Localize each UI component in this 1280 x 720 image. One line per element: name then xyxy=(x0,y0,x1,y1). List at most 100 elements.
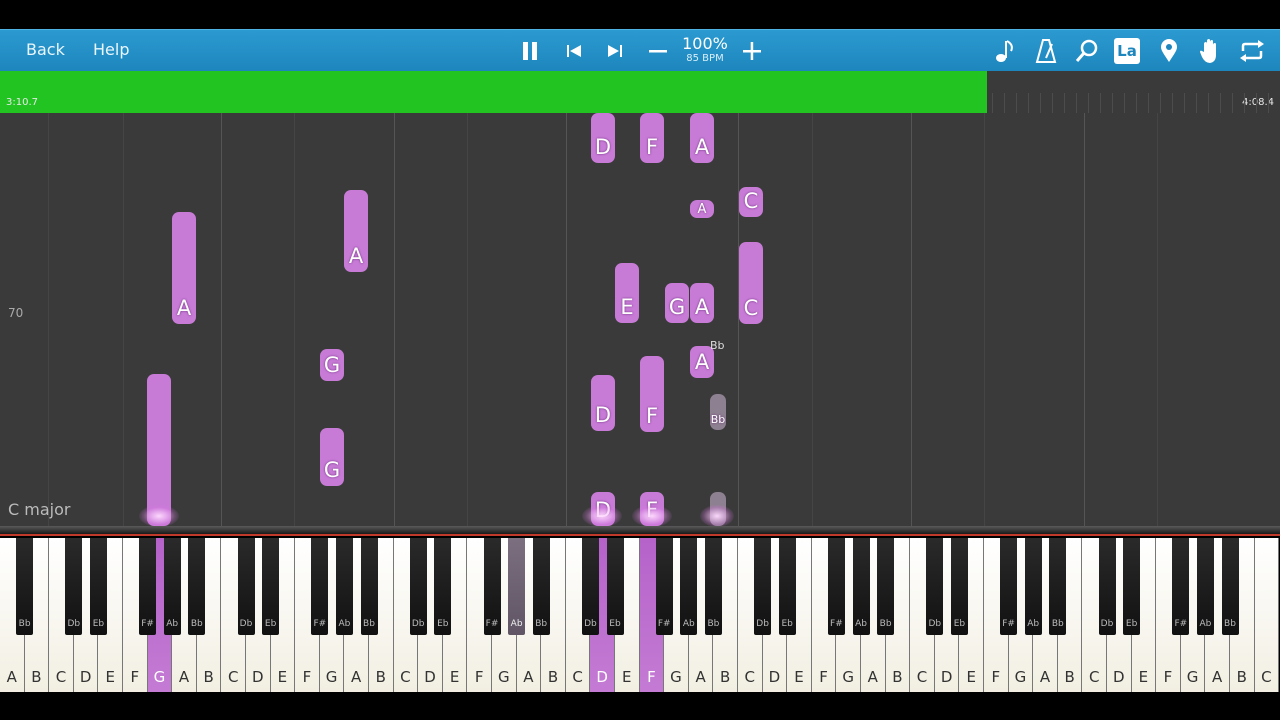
label-button[interactable]: La xyxy=(1114,38,1140,64)
black-key[interactable]: Bb xyxy=(877,538,895,635)
grid-line xyxy=(467,113,468,526)
black-key[interactable]: F# xyxy=(139,538,157,635)
note: Bb xyxy=(710,394,726,430)
black-key[interactable]: Ab xyxy=(335,538,353,635)
black-key[interactable]: Db xyxy=(1098,538,1116,635)
location-button[interactable] xyxy=(1157,35,1181,67)
previous-button[interactable] xyxy=(562,35,586,67)
music-note-icon xyxy=(996,40,1013,62)
black-key[interactable]: Eb xyxy=(1123,538,1141,635)
total-time: 4:08.4 xyxy=(1242,97,1274,108)
black-key[interactable]: Ab xyxy=(1196,538,1214,635)
metronome-button[interactable] xyxy=(1033,35,1059,67)
music-note-button[interactable] xyxy=(992,35,1018,67)
note: F xyxy=(640,356,664,432)
progress-tick xyxy=(1244,93,1245,113)
grid-line xyxy=(1084,113,1085,526)
progress-tick xyxy=(1040,93,1041,113)
piano-keyboard[interactable]: ABCDEFGABCDEFGABCDEFGABCDEFGABCDEFGABCDE… xyxy=(0,534,1280,696)
next-icon xyxy=(608,45,622,57)
black-key[interactable]: F# xyxy=(311,538,329,635)
black-key[interactable]: Bb xyxy=(1221,538,1239,635)
black-key[interactable]: Bb xyxy=(360,538,378,635)
black-key[interactable]: F# xyxy=(827,538,845,635)
grid-line xyxy=(123,113,124,526)
pause-button[interactable] xyxy=(517,35,543,67)
progress-tick xyxy=(1088,93,1089,113)
location-pin-icon xyxy=(1161,39,1177,62)
progress-tick xyxy=(1148,93,1149,113)
black-key[interactable]: Bb xyxy=(188,538,206,635)
black-key[interactable]: Ab xyxy=(508,538,526,635)
black-key[interactable]: Db xyxy=(237,538,255,635)
back-button[interactable]: Back xyxy=(26,40,65,59)
note: A xyxy=(344,190,368,272)
black-key[interactable]: Eb xyxy=(778,538,796,635)
black-key[interactable]: Eb xyxy=(606,538,624,635)
song-progress-bar[interactable]: 3:10.7 4:08.4 xyxy=(0,71,1280,113)
black-key[interactable]: F# xyxy=(655,538,673,635)
grid-line xyxy=(984,113,985,526)
black-key[interactable]: Ab xyxy=(852,538,870,635)
grid-line xyxy=(911,113,912,526)
speed-percent: 100% xyxy=(682,34,728,53)
black-key[interactable]: Ab xyxy=(1024,538,1042,635)
black-key[interactable]: Bb xyxy=(1049,538,1067,635)
black-key[interactable]: Eb xyxy=(950,538,968,635)
black-key[interactable]: Eb xyxy=(89,538,107,635)
help-button[interactable]: Help xyxy=(93,40,129,59)
progress-tick xyxy=(1136,93,1137,113)
note: D xyxy=(591,375,615,431)
black-key[interactable]: Ab xyxy=(680,538,698,635)
roll-keyboard-separator xyxy=(0,526,1280,534)
loop-button[interactable] xyxy=(1238,35,1266,67)
black-key[interactable]: Bb xyxy=(16,538,34,635)
hand-button[interactable] xyxy=(1197,35,1223,67)
search-button[interactable] xyxy=(1074,35,1100,67)
key-hit-glow xyxy=(700,505,734,527)
black-key[interactable]: Db xyxy=(581,538,599,635)
progress-tick xyxy=(1196,93,1197,113)
progress-tick xyxy=(1124,93,1125,113)
grid-line xyxy=(812,113,813,526)
progress-tick xyxy=(1016,93,1017,113)
progress-tick xyxy=(1172,93,1173,113)
progress-tick xyxy=(1256,93,1257,113)
pause-icon xyxy=(523,42,537,60)
hand-icon xyxy=(1200,39,1216,63)
black-key[interactable]: Db xyxy=(926,538,944,635)
progress-tick xyxy=(1160,93,1161,113)
progress-tick xyxy=(1232,93,1233,113)
minus-icon xyxy=(649,50,667,53)
top-black-bar xyxy=(0,0,1280,29)
next-button[interactable] xyxy=(603,35,627,67)
white-key[interactable]: C xyxy=(1254,538,1280,692)
speed-up-button[interactable] xyxy=(739,35,765,67)
key-signature-label: C major xyxy=(8,500,71,519)
progress-tick xyxy=(1064,93,1065,113)
note: G xyxy=(320,428,344,486)
note: C xyxy=(739,242,763,324)
black-key[interactable]: Ab xyxy=(163,538,181,635)
black-key[interactable]: F# xyxy=(483,538,501,635)
black-key[interactable]: Db xyxy=(754,538,772,635)
black-key[interactable]: Db xyxy=(409,538,427,635)
progress-fill xyxy=(0,71,987,113)
progress-tick xyxy=(1004,93,1005,113)
black-key[interactable]: F# xyxy=(1000,538,1018,635)
progress-tick xyxy=(1220,93,1221,113)
note: G xyxy=(320,349,344,381)
black-key[interactable]: F# xyxy=(1172,538,1190,635)
key-hit-glow xyxy=(582,505,622,527)
black-key[interactable]: Db xyxy=(65,538,83,635)
key-hit-glow xyxy=(139,505,179,527)
grid-line xyxy=(566,113,567,526)
black-key[interactable]: Eb xyxy=(262,538,280,635)
black-key[interactable]: Bb xyxy=(532,538,550,635)
black-key[interactable]: Bb xyxy=(704,538,722,635)
speed-down-button[interactable] xyxy=(645,35,671,67)
progress-tick xyxy=(1112,93,1113,113)
bpm-label: 85 BPM xyxy=(686,53,724,64)
note: E xyxy=(615,263,639,323)
black-key[interactable]: Eb xyxy=(434,538,452,635)
